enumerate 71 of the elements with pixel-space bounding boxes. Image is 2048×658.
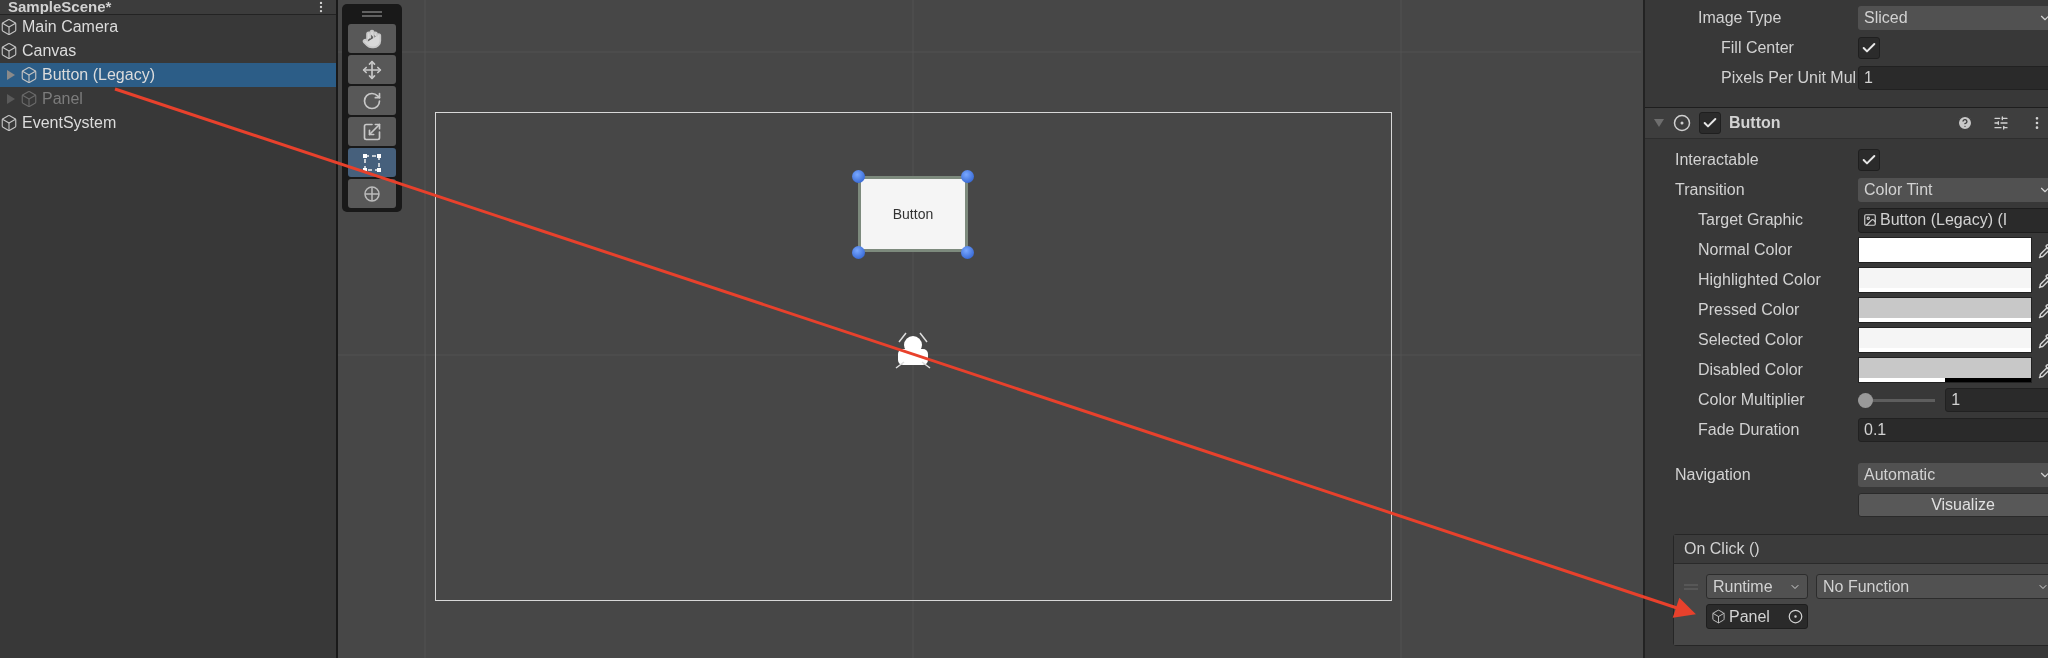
component-title: Button (1729, 114, 1782, 132)
rotate-tool-icon (362, 90, 382, 111)
field-label: Transition (1674, 181, 1746, 199)
object-field[interactable]: Button (Legacy) (I (1858, 207, 2048, 233)
hand-tool-icon (362, 28, 382, 49)
field-label: Target Graphic (1697, 211, 1804, 229)
tool-button[interactable] (348, 148, 396, 177)
input-field[interactable]: 1 (1945, 388, 2048, 412)
color-field[interactable] (1858, 327, 2032, 353)
component-header[interactable]: Button (1645, 107, 2048, 139)
dropdown[interactable]: Sliced (1858, 6, 2048, 30)
cube-icon (0, 114, 18, 132)
dropdown[interactable]: No Function (1816, 574, 2048, 599)
hierarchy-item[interactable]: EventSystem (0, 111, 336, 135)
image-icon (1863, 213, 1877, 227)
cube-icon (0, 18, 18, 36)
resize-handle[interactable] (852, 246, 865, 259)
color-field[interactable] (1858, 297, 2032, 323)
presets-icon[interactable] (1993, 115, 2009, 131)
checkbox[interactable] (1699, 112, 1721, 134)
hierarchy-item[interactable]: Canvas (0, 39, 336, 63)
hierarchy-item[interactable]: Main Camera (0, 15, 336, 39)
scale-tool-icon (362, 121, 382, 142)
component-icon (1673, 114, 1691, 132)
checkbox[interactable] (1858, 149, 1880, 171)
color-field[interactable] (1858, 357, 2032, 383)
field-label: Highlighted Color (1697, 271, 1822, 289)
field-label: Disabled Color (1697, 361, 1804, 379)
field-label: Normal Color (1697, 241, 1794, 259)
help-icon[interactable] (1957, 115, 1973, 131)
tool-button[interactable] (348, 117, 396, 146)
field-label: Image Type (1697, 9, 1783, 27)
cube-icon (0, 42, 18, 60)
picker-icon[interactable] (1788, 609, 1803, 624)
visualize-button[interactable]: Visualize (1858, 493, 2048, 517)
field-label: Pressed Color (1697, 301, 1801, 319)
color-field[interactable] (1858, 237, 2032, 263)
hierarchy-item[interactable]: Button (Legacy) (0, 63, 336, 87)
tool-button[interactable] (348, 86, 396, 115)
resize-handle[interactable] (961, 246, 974, 259)
slider-thumb[interactable] (1858, 392, 1873, 408)
field-label: Navigation (1674, 466, 1752, 484)
scene-button[interactable]: Button (858, 176, 968, 252)
object-field[interactable]: Panel (1706, 604, 1808, 629)
cube-icon (20, 90, 38, 108)
field-label: Color Multiplier (1697, 391, 1806, 409)
tool-button[interactable] (348, 179, 396, 208)
transform-tool-icon (362, 183, 382, 204)
dropdown[interactable]: Runtime (1706, 574, 1808, 599)
grip-icon[interactable] (360, 10, 384, 18)
field-label: Selected Color (1697, 331, 1804, 349)
checkbox[interactable] (1858, 37, 1880, 59)
input-field[interactable]: 1 (1858, 66, 2048, 90)
field-label: Fade Duration (1697, 421, 1801, 439)
rect-tool-icon (362, 152, 382, 173)
tool-button[interactable] (348, 24, 396, 53)
field-label: Pixels Per Unit Mul (1720, 69, 1858, 87)
event-title: On Click () (1684, 540, 1760, 558)
cube-icon (20, 66, 38, 84)
input-field[interactable]: 0.1 (1858, 418, 2048, 442)
field-label: Fill Center (1720, 39, 1795, 57)
field-label: Interactable (1674, 151, 1760, 169)
resize-handle[interactable] (852, 170, 865, 183)
dropdown[interactable]: Color Tint (1858, 178, 2048, 202)
camera-gizmo-icon (895, 332, 931, 369)
cube-icon (1711, 609, 1726, 624)
tool-button[interactable] (348, 55, 396, 84)
move-tool-icon (362, 59, 382, 80)
dropdown[interactable]: Automatic (1858, 463, 2048, 487)
resize-handle[interactable] (961, 170, 974, 183)
color-field[interactable] (1858, 267, 2032, 293)
